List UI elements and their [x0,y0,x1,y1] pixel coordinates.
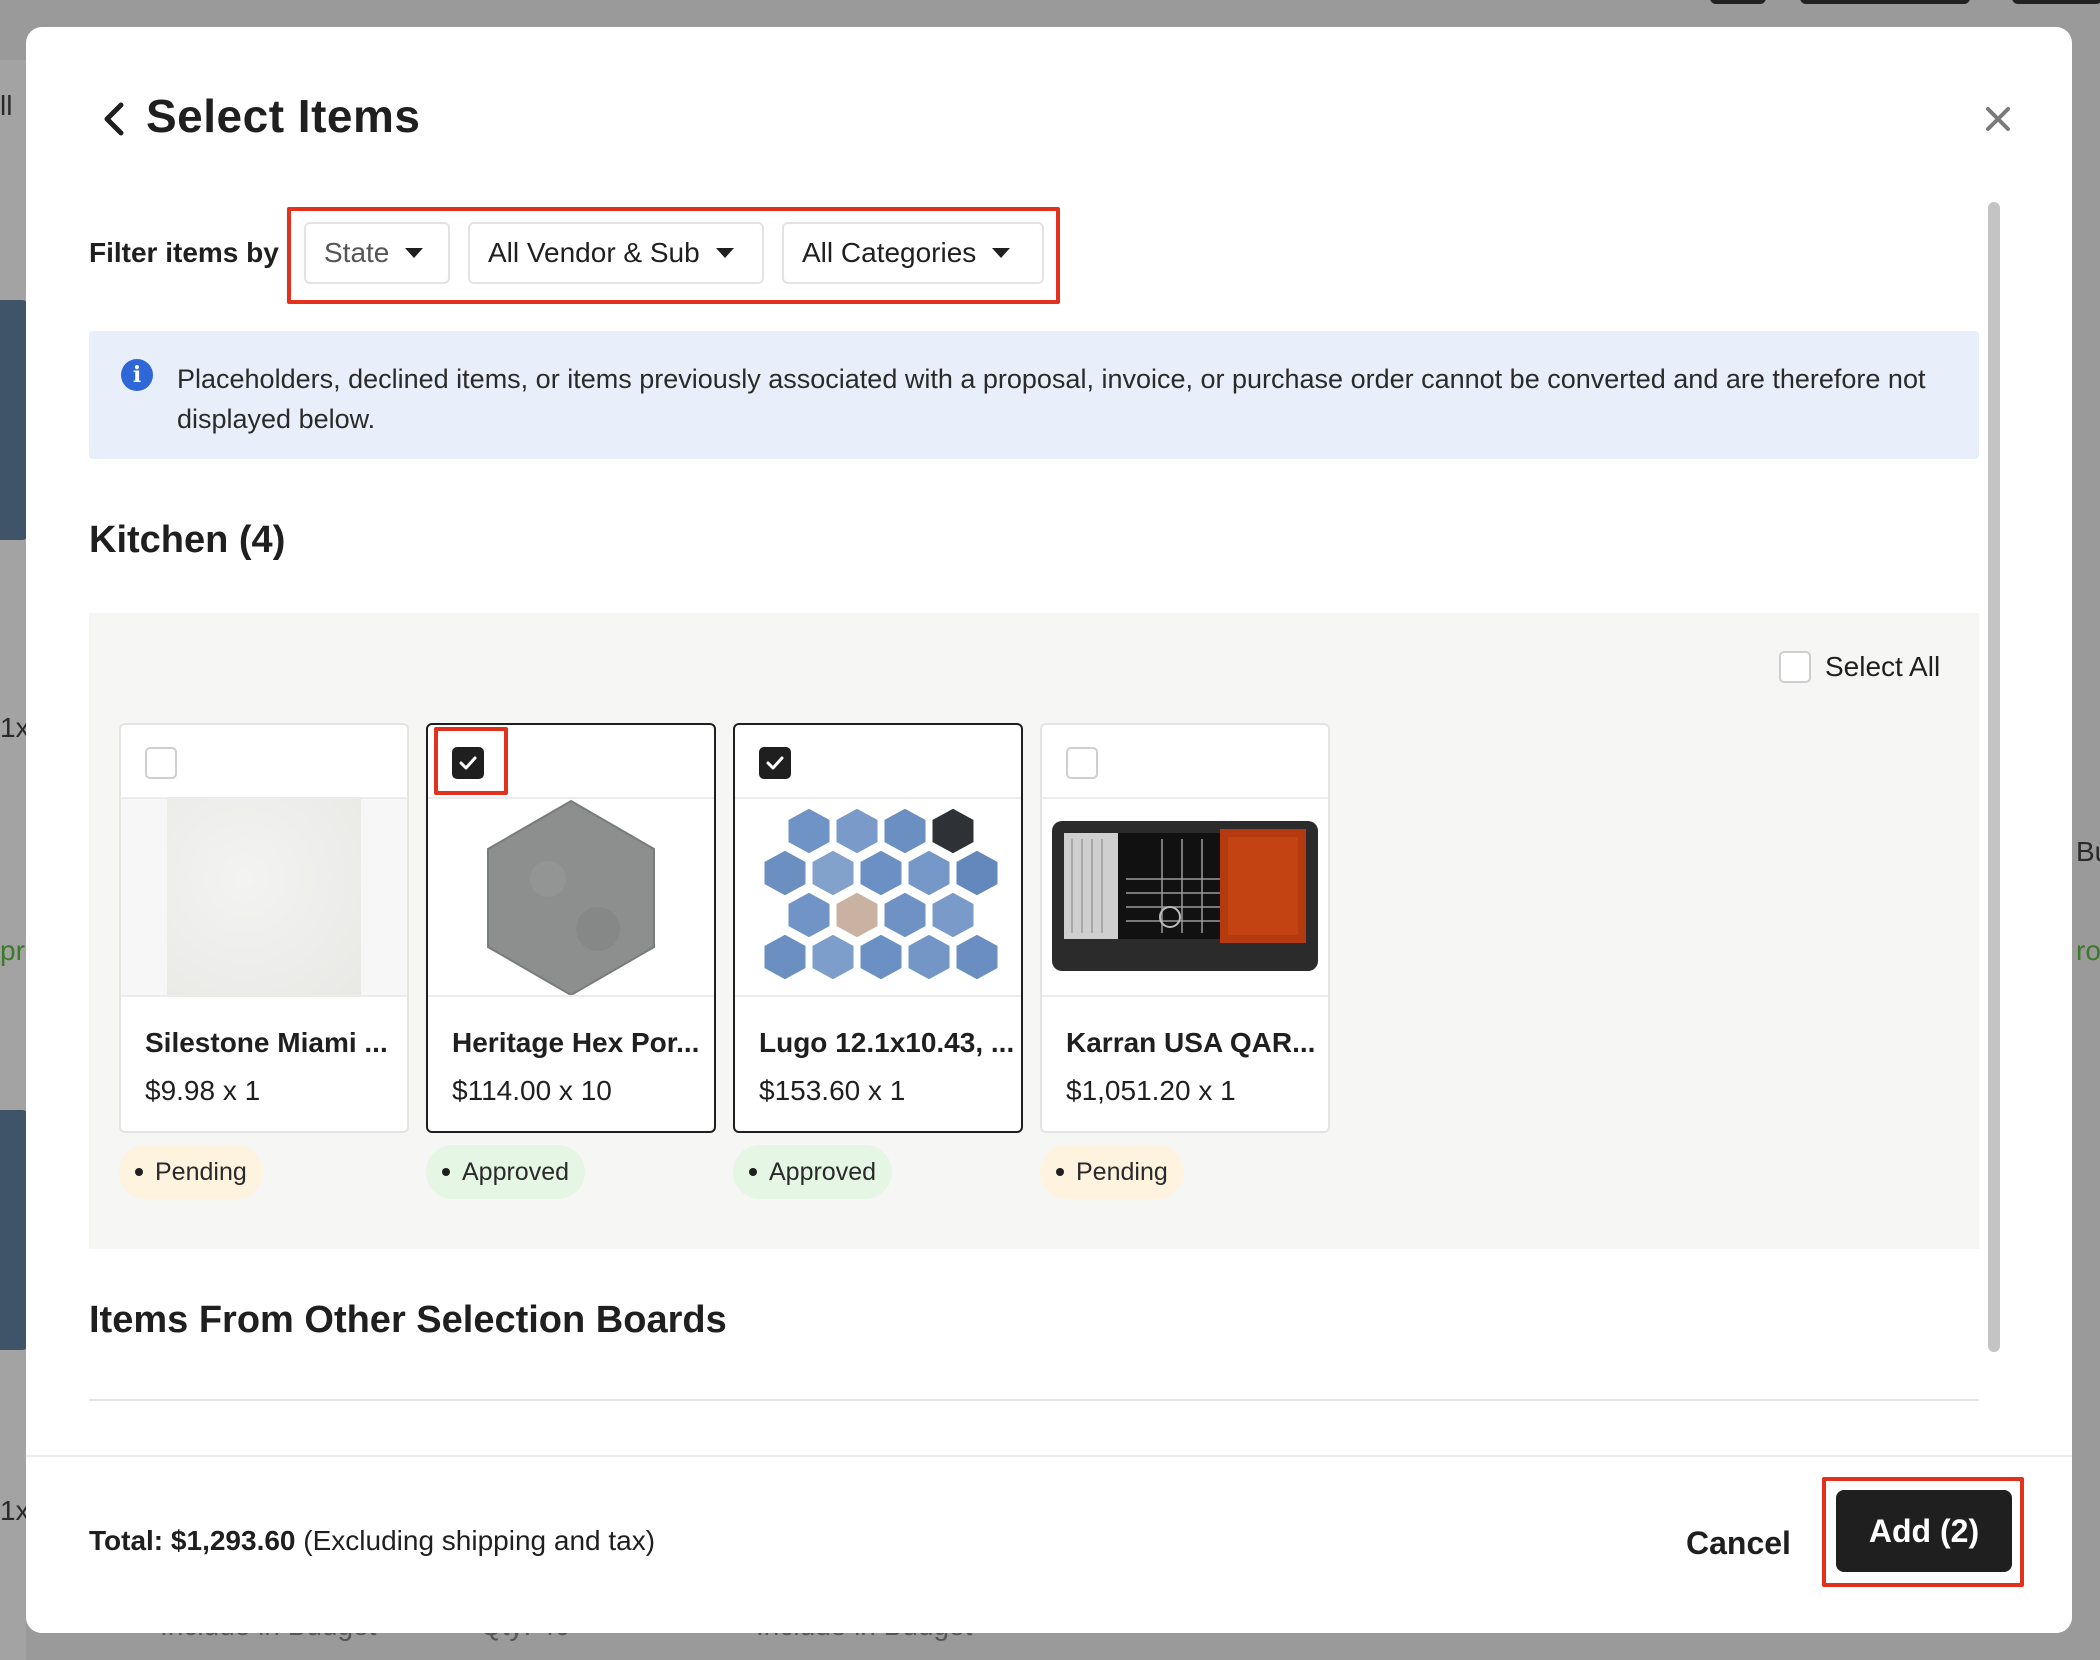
blue-hex-mosaic-image [761,805,1001,983]
item-image [428,799,714,997]
card-header [1042,725,1328,799]
select-all-checkbox[interactable]: Select All [1779,651,1940,683]
item-name: Heritage Hex Por... [452,1027,700,1058]
other-boards-section-title: Items From Other Selection Boards [89,1299,727,1341]
info-banner: i Placeholders, declined items, or items… [89,331,1979,459]
close-icon [1986,107,2010,131]
item-image [121,799,407,997]
card-header [121,725,407,799]
item-checkbox[interactable] [759,747,791,779]
item-price: $9.98 x 1 [145,1075,261,1106]
state-filter-label: State [324,237,390,268]
item-image [1042,799,1328,997]
item-card[interactable]: Lugo 12.1x10.43, ... $153.60 x 1 [733,723,1023,1133]
kitchen-sink-image [1052,821,1318,971]
status-dot [749,1168,757,1176]
checkmark-icon [766,756,784,770]
item-checkbox[interactable] [452,747,484,779]
info-message: Placeholders, declined items, or items p… [177,364,1926,434]
caret-down-icon [992,248,1011,258]
quartz-slab-image [167,799,361,995]
status-badge: Approved [426,1145,586,1199]
status-badge: Pending [119,1145,263,1199]
modal-footer: Total: $1,293.60 (Excluding shipping and… [26,1455,2072,1633]
background-text: ro [2076,935,2100,966]
item-price: $1,051.20 x 1 [1066,1075,1236,1106]
item-image [735,799,1021,997]
caret-down-icon [715,248,734,258]
status-label: Approved [462,1157,570,1186]
cancel-button[interactable]: Cancel [1666,1513,1811,1573]
caret-down-icon [405,248,424,258]
item-price: $114.00 x 10 [452,1075,612,1106]
item-card[interactable]: Heritage Hex Por... $114.00 x 10 [426,723,716,1133]
modal-header: Select Items [26,27,2072,177]
info-icon: i [121,359,153,391]
item-card[interactable]: Karran USA QAR... $1,051.20 x 1 [1040,723,1330,1133]
total-summary: Total: $1,293.60 (Excluding shipping and… [89,1525,655,1557]
gray-hex-tile-image [487,799,655,995]
background-button [1710,0,1766,4]
background-button [1800,0,1970,4]
filter-label: Filter items by [89,237,279,268]
close-button[interactable] [1976,97,2020,141]
select-all-label: Select All [1825,651,1941,682]
kitchen-items-panel: Select All Silestone Miami ... $9.98 x 1 [89,613,1979,1249]
status-label: Pending [155,1157,247,1186]
background-text: Bu [2076,836,2100,867]
state-filter-dropdown[interactable]: State [304,222,450,284]
item-checkbox[interactable] [1066,747,1098,779]
vendor-filter-label: All Vendor & Sub [488,237,700,268]
background-text: pr [0,935,25,966]
status-dot [1056,1168,1064,1176]
status-dot [135,1168,143,1176]
modal-body: Filter items by State All Vendor & Sub A… [26,177,2006,1437]
total-note: (Excluding shipping and tax) [303,1525,656,1556]
item-name: Karran USA QAR... [1066,1027,1316,1058]
category-filter-dropdown[interactable]: All Categories [782,222,1044,284]
item-checkbox[interactable] [145,747,177,779]
status-badge: Pending [1040,1145,1184,1199]
status-label: Approved [769,1157,877,1186]
total-value: $1,293.60 [170,1525,296,1556]
section-divider [89,1399,1979,1401]
checkbox-unchecked[interactable] [1779,651,1811,683]
modal-title: Select Items [146,90,421,142]
background-button [2012,0,2100,4]
status-badge: Approved [733,1145,893,1199]
status-label: Pending [1076,1157,1168,1186]
category-filter-label: All Categories [802,237,977,268]
status-dot [442,1168,450,1176]
select-items-modal: Select Items Filter items by State All V… [26,27,2072,1633]
item-name: Silestone Miami ... [145,1027,388,1058]
card-header [428,725,714,799]
total-label: Total: [89,1525,164,1556]
card-header [735,725,1021,799]
add-button[interactable]: Add (2) [1836,1490,2012,1572]
vendor-filter-dropdown[interactable]: All Vendor & Sub [468,222,764,284]
background-text: ll [0,90,13,121]
item-price: $153.60 x 1 [759,1075,906,1106]
item-card[interactable]: Silestone Miami ... $9.98 x 1 [119,723,409,1133]
kitchen-section-title: Kitchen (4) [89,519,286,561]
checkmark-icon [459,756,477,770]
back-button[interactable] [96,93,132,145]
item-name: Lugo 12.1x10.43, ... [759,1027,1015,1058]
chevron-left-icon [104,102,124,136]
